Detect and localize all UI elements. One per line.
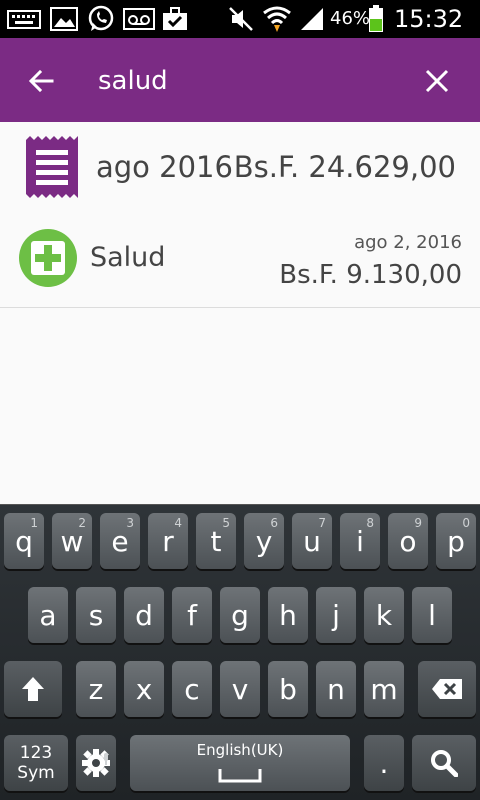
voicemail-icon [122,6,156,32]
back-button[interactable] [18,58,64,104]
space-key-label: English(UK) [196,741,284,759]
key-c[interactable]: c [172,661,212,717]
key-d[interactable]: d [124,587,164,643]
item-amount: Bs.F. 9.130,00 [279,260,462,290]
briefcase-check-icon [160,6,190,32]
key-j[interactable]: j [316,587,356,643]
item-date: ago 2, 2016 [354,232,462,253]
key-o[interactable]: o9 [388,513,428,569]
backspace-icon [432,679,462,699]
key-r[interactable]: r4 [148,513,188,569]
key-p[interactable]: p0 [436,513,476,569]
key-w[interactable]: w2 [52,513,92,569]
period-key-label: . [379,746,389,780]
key-n[interactable]: n [316,661,356,717]
key-u[interactable]: u7 [292,513,332,569]
key-h[interactable]: h [268,587,308,643]
key-i[interactable]: i8 [340,513,380,569]
list-item-expense[interactable]: Salud ago 2, 2016 Bs.F. 9.130,00 [0,214,480,308]
plus-icon [18,228,78,288]
arrow-left-icon [28,69,54,93]
symbols-key-label-bottom: Sym [17,763,55,783]
mic-icon [102,739,110,772]
clear-search-button[interactable] [414,58,460,104]
signal-icon [298,6,326,32]
item-amount: Bs.F. 24.629,00 [233,150,456,184]
key-l[interactable]: l [412,587,452,643]
key-t[interactable]: t5 [196,513,236,569]
mute-icon [226,6,256,32]
clock: 15:32 [394,5,464,33]
key-s[interactable]: s [76,587,116,643]
search-input[interactable] [98,60,398,102]
key-g[interactable]: g [220,587,260,643]
key-a[interactable]: a [28,587,68,643]
period-key[interactable]: . [364,735,404,791]
key-m[interactable]: m [364,661,404,717]
key-x[interactable]: x [124,661,164,717]
key-e[interactable]: e3 [100,513,140,569]
keyboard-icon [6,6,42,32]
receipt-icon [26,136,78,198]
shift-key[interactable] [4,661,62,717]
space-key[interactable]: English(UK) [130,735,350,791]
key-y[interactable]: y6 [244,513,284,569]
status-bar: 46% 15:32 [0,0,480,38]
list-item-month[interactable]: ago 2016 Bs.F. 24.629,00 [0,122,480,214]
backspace-key[interactable] [418,661,476,717]
gallery-icon [48,6,80,32]
search-icon [431,750,458,777]
whatsapp-icon [86,5,116,32]
item-title: ago 2016 [96,150,233,184]
item-title: Salud [90,242,166,273]
close-icon [425,69,449,93]
symbols-key[interactable]: 123 Sym [4,735,68,791]
search-key[interactable] [412,735,476,791]
keyboard: q1 w2 e3 r4 t5 y6 u7 i8 o9 p0 a s d f g … [0,504,480,800]
key-b[interactable]: b [268,661,308,717]
battery-icon [366,5,386,32]
key-q[interactable]: q1 [4,513,44,569]
shift-icon [22,677,44,701]
space-bar-icon [218,769,262,783]
wifi-icon [262,6,292,32]
search-app-bar [0,38,480,122]
key-f[interactable]: f [172,587,212,643]
symbols-key-label-top: 123 [19,743,53,763]
settings-key[interactable] [76,735,116,791]
key-v[interactable]: v [220,661,260,717]
key-z[interactable]: z [76,661,116,717]
key-k[interactable]: k [364,587,404,643]
battery-percent: 46% [330,8,371,29]
